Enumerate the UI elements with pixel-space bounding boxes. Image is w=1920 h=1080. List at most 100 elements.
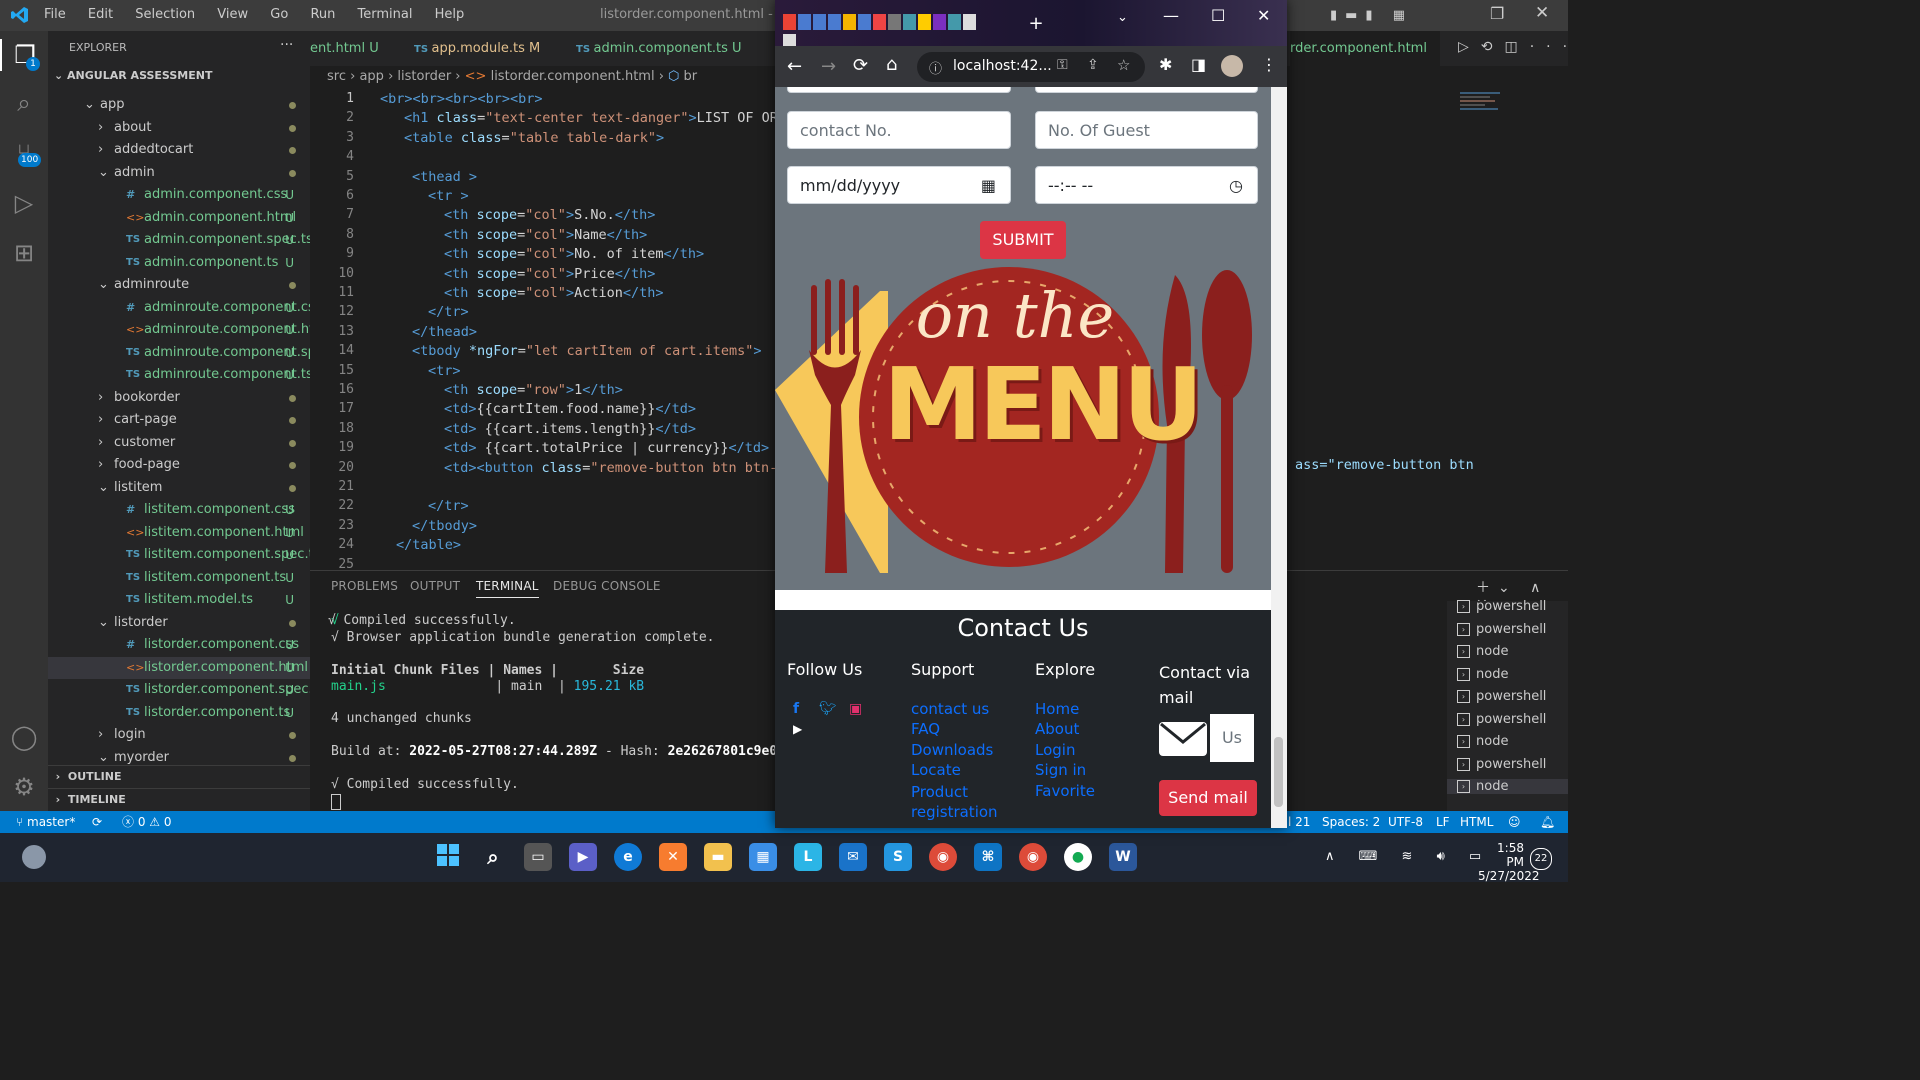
breadcrumb-file[interactable]: listorder.component.html [491,69,655,84]
explore-link[interactable]: About [1035,720,1079,738]
file-item[interactable]: TS listitem.component.spec.ts U [48,544,320,566]
chrome-menu-icon[interactable]: ⋮ [1261,55,1277,74]
close-icon[interactable]: ✕ [1257,6,1270,25]
time-input[interactable]: --:-- -- ◷ [1035,166,1258,204]
share-icon[interactable]: ⇪ [1087,57,1099,73]
file-item[interactable]: TS listitem.component.ts U [48,567,310,589]
input-top-left[interactable] [787,87,1011,93]
twitter-icon[interactable]: 🐦︎ [819,701,837,717]
instagram-icon[interactable]: ▣ [849,701,862,717]
tab-problems[interactable]: PROBLEMS [331,579,398,593]
tab-admin-component-ts[interactable]: TS admin.component.ts U [576,31,742,66]
support-link[interactable]: Downloads [911,741,993,759]
language-status[interactable]: HTML [1460,811,1493,833]
extensions-icon[interactable]: ⊞ [8,237,40,269]
file-explorer-icon[interactable]: ▬ [704,843,732,871]
run-debug-icon[interactable]: ▷ [8,187,40,219]
folder-item[interactable]: ⌄ adminroute [48,274,310,296]
folder-item[interactable]: ⌄ app [48,94,310,116]
bookmark-star-icon[interactable]: ☆ [1117,56,1130,74]
file-item[interactable]: <> admin.component.html U [48,207,310,229]
notification-count[interactable]: 22 [1530,848,1552,870]
file-item[interactable]: # listitem.component.css U [48,499,310,521]
tab-listorder-html[interactable]: rder.component.html U ✕ [1290,31,1440,91]
restore-window-icon[interactable]: ❐ [1490,4,1504,23]
encoding-status[interactable]: UTF-8 [1388,811,1423,833]
feedback-icon[interactable]: ☺ [1508,811,1521,833]
extensions-puzzle-icon[interactable]: ✱ [1159,55,1172,74]
minimize-icon[interactable]: — [1163,6,1179,25]
close-window-icon[interactable]: ✕ [1535,3,1549,23]
terminal-instance[interactable]: › node [1457,644,1508,659]
indent-status[interactable]: Spaces: 2 [1322,811,1380,833]
explore-link[interactable]: Login [1035,741,1075,759]
word-icon[interactable]: W [1109,843,1137,871]
vscode-taskbar-icon[interactable]: ⌘ [974,843,1002,871]
file-item[interactable]: <> listitem.component.html U [48,522,310,544]
breadcrumb-element[interactable]: br [684,69,698,84]
file-item[interactable]: # admin.component.css U [48,184,310,206]
file-item[interactable]: TS adminroute.component.ts U [48,364,313,386]
minimap[interactable] [1460,90,1520,130]
input-top-right[interactable] [1035,87,1258,93]
menu-go[interactable]: Go [270,7,288,22]
new-tab-plus-icon[interactable]: + [1025,13,1047,35]
menu-help[interactable]: Help [435,7,465,22]
account-icon[interactable]: ◯ [8,721,40,753]
address-bar[interactable]: ⓘ localhost:42... ⚿ ⇪ ☆ [917,52,1145,82]
key-icon[interactable]: ⚿ [1057,57,1068,73]
tab-debug-console[interactable]: DEBUG CONSOLE [553,579,661,593]
tab-search-icon[interactable]: ⌄ [1117,10,1128,25]
maximize-icon[interactable]: ☐ [1211,6,1225,25]
terminal-instance[interactable]: › powershell [1457,757,1546,772]
profile-avatar[interactable] [1221,55,1243,77]
outline-section[interactable]: › OUTLINE [48,765,310,788]
editor-actions[interactable]: ▷⟲◫··· [1458,39,1579,55]
file-item[interactable]: <> adminroute.component.html U [48,319,331,341]
forward-icon[interactable]: → [821,56,836,77]
eol-status[interactable]: LF [1436,811,1450,833]
layout-toggle-icons[interactable]: ▮▬▮ ▦ [1330,8,1413,23]
folder-item[interactable]: ⌄ listitem [48,477,310,499]
file-item[interactable]: TS adminroute.component.spe... U [48,342,336,364]
explore-link[interactable]: Home [1035,700,1079,718]
teams-chat-icon[interactable]: ▶ [569,843,597,871]
mail-icon[interactable]: ✉ [839,843,867,871]
clock[interactable]: 1:58 PM 5/27/2022 [1478,841,1540,883]
tab-app-module[interactable]: TS app.module.ts M [414,31,540,66]
calendar-icon[interactable]: ▦ [981,167,996,205]
store-icon[interactable]: ▦ [749,843,777,871]
date-input[interactable]: mm/dd/yyyy ▦ [787,166,1011,204]
folder-item[interactable]: › customer [48,432,310,454]
branch-status[interactable]: ⑂ master* [16,811,75,833]
problems-status[interactable]: ⓧ 0 ⚠ 0 [122,811,172,833]
support-link[interactable]: Locate [911,761,961,779]
skype-icon[interactable]: S [884,843,912,871]
terminal-instance[interactable]: › node [1457,667,1508,682]
task-view-icon[interactable]: ▭ [524,843,552,871]
site-info-icon[interactable]: ⓘ [929,58,942,77]
clock-icon[interactable]: ◷ [1229,167,1243,205]
menu-edit[interactable]: Edit [88,7,113,22]
sync-icon[interactable]: ⟳ [92,811,102,833]
terminal-instance[interactable]: › node [1457,734,1508,749]
settings-gear-icon[interactable]: ⚙ [8,771,40,803]
explorer-icon[interactable]: ❐ [0,39,48,71]
tab-terminal[interactable]: TERMINAL [476,579,539,598]
folder-item[interactable]: › bookorder [48,387,310,409]
file-item[interactable]: TS listorder.component.ts U [48,702,310,724]
scrollbar-thumb[interactable] [1274,737,1283,807]
menu-file[interactable]: File [44,7,66,22]
tab-output[interactable]: OUTPUT [410,579,460,593]
terminal-instance[interactable]: › powershell [1457,689,1546,704]
pinned-tab-icons[interactable] [783,14,983,50]
start-windows-icon[interactable] [434,843,462,871]
project-header[interactable]: ⌄ ANGULAR ASSESSMENT [54,69,212,82]
side-panel-icon[interactable]: ◨ [1191,55,1206,74]
terminal-instance[interactable]: › powershell [1457,622,1546,637]
file-item[interactable]: # listorder.component.css U [48,634,310,656]
breadcrumb-listorder[interactable]: listorder [397,69,451,84]
cursor-position[interactable]: l 21 [1288,811,1310,833]
file-item[interactable]: # adminroute.component.css U [48,297,322,319]
search-taskbar-icon[interactable]: ⌕ [479,843,507,871]
